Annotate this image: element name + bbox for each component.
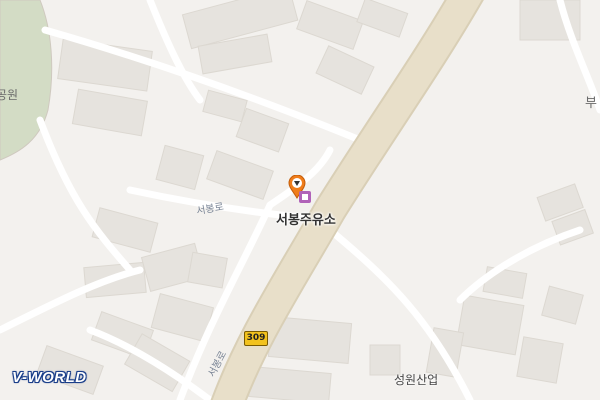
poi-label-gas-station[interactable]: 서봉주유소: [276, 209, 336, 228]
route-shield: 309: [244, 331, 268, 346]
vworld-logo: V-WORLD: [12, 369, 87, 386]
park-label: 공원: [0, 88, 19, 102]
gas-station-icon[interactable]: [298, 190, 312, 204]
poi-label-company[interactable]: 성원산업: [394, 371, 438, 388]
map-canvas[interactable]: 공원 부 서봉로 서봉로 서봉주유소 309 성원산업 V-WORLD: [0, 0, 600, 400]
edge-label: 부: [585, 96, 597, 111]
